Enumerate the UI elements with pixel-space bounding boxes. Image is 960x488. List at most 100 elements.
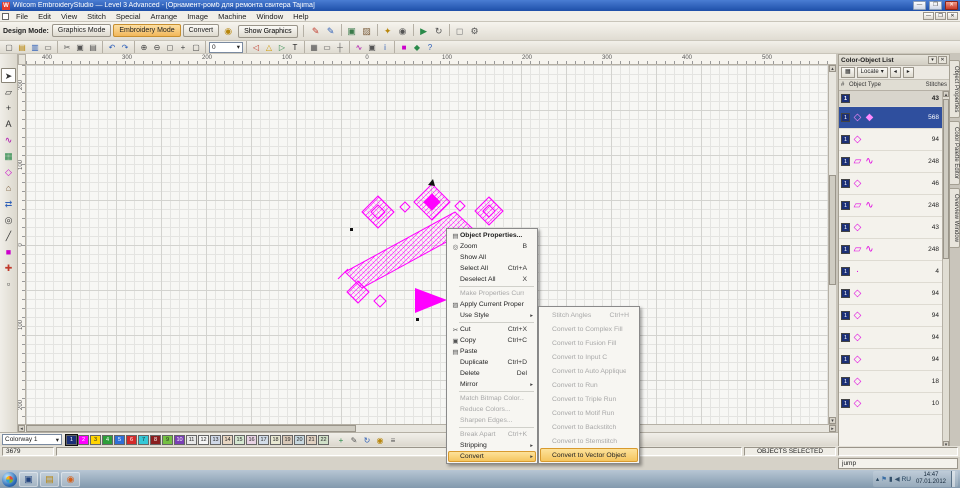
triangle-left-icon[interactable]: ◁ [250, 41, 262, 53]
run-stitch-tool-icon[interactable]: ∿ [1, 132, 16, 147]
vertical-scroll-thumb[interactable] [829, 175, 836, 285]
minimize-button[interactable]: — [913, 1, 926, 10]
context-menu-item[interactable]: Match Bitmap Color... [448, 393, 536, 404]
palette-color-14[interactable]: 14 [222, 435, 233, 445]
embroidery-mode-button[interactable]: Embroidery Mode [113, 24, 180, 37]
cycle-colors-button[interactable]: ↻ [361, 434, 373, 446]
palette-color-5[interactable]: 5 [114, 435, 125, 445]
context-menu-item[interactable]: ▤Paste [448, 346, 536, 357]
object-list-row[interactable]: 1▱∿248 [839, 195, 942, 217]
grid-toggle-icon[interactable]: ▦ [308, 41, 320, 53]
palette-color-8[interactable]: 8 [150, 435, 161, 445]
scroll-right-button[interactable]: ▸ [829, 425, 836, 432]
paste-icon[interactable]: ▤ [87, 41, 99, 53]
bitmap-icon[interactable]: ▨ [360, 24, 374, 38]
volume-icon[interactable]: ◀ [895, 472, 900, 487]
panel-menu-button[interactable]: ▾ [928, 56, 937, 64]
palette-color-20[interactable]: 20 [294, 435, 305, 445]
design-info-icon[interactable]: i [379, 41, 391, 53]
zoom-out-icon[interactable]: ⊖ [151, 41, 163, 53]
context-menu-item[interactable]: Convert to Vector Object [540, 448, 638, 462]
panel-scroll-up-button[interactable]: ▴ [943, 91, 949, 97]
panel-close-button[interactable]: ✕ [938, 56, 947, 64]
stitch-view-icon[interactable]: ∿ [353, 41, 365, 53]
select-tool-icon[interactable]: ➤ [1, 68, 16, 83]
taskbar-firefox-icon[interactable]: ◉ [61, 472, 80, 487]
menubar-item-machine[interactable]: Machine [213, 12, 251, 21]
object-list-row[interactable]: 1◇43 [839, 217, 942, 239]
open-design-icon[interactable]: ▤ [16, 41, 28, 53]
color-film-icon[interactable]: ■ [398, 41, 410, 53]
show-desktop-button[interactable] [951, 471, 955, 487]
save-design-icon[interactable]: ▥ [29, 41, 41, 53]
start-button[interactable] [2, 472, 17, 487]
palette-color-21[interactable]: 21 [306, 435, 317, 445]
mdi-restore-button[interactable]: ❐ [935, 12, 946, 20]
help-icon[interactable]: ? [424, 41, 436, 53]
palette-color-2[interactable]: 2 [78, 435, 89, 445]
context-menu-item[interactable]: Make Properties Current [448, 288, 536, 299]
context-menu-item[interactable]: ◎ZoomB [448, 241, 536, 252]
menubar-item-help[interactable]: Help [288, 12, 313, 21]
context-menu-item[interactable]: Use Style▸ [448, 310, 536, 321]
context-menu-item[interactable]: DuplicateCtrl+D [448, 357, 536, 368]
panel-scrollbar[interactable]: ▴ ▾ [942, 91, 949, 447]
context-menu-item[interactable]: Convert to Motif Run [540, 406, 638, 420]
hidden-icons-arrow-icon[interactable]: ▴ [876, 472, 879, 487]
object-list-row[interactable]: 1◇94 [839, 349, 942, 371]
context-menu-item[interactable]: ▤Object Properties... [448, 230, 536, 241]
copy-icon[interactable]: ▣ [74, 41, 86, 53]
scroll-down-button[interactable]: ▾ [829, 417, 836, 424]
palette-color-16[interactable]: 16 [246, 435, 257, 445]
locate-button[interactable]: Locate ▾ [857, 67, 888, 78]
undo-icon[interactable]: ↶ [106, 41, 118, 53]
network-icon[interactable]: ▮ [889, 472, 893, 487]
object-list-row[interactable]: 1◇94 [839, 327, 942, 349]
action-center-icon[interactable]: ⚑ [881, 472, 887, 487]
menubar-item-edit[interactable]: Edit [33, 12, 56, 21]
cut-icon[interactable]: ✂ [61, 41, 73, 53]
mirror-tool-icon[interactable]: ⇄ [1, 196, 16, 211]
side-tab-color-palette-editor[interactable]: Color Palette Editor [950, 121, 960, 185]
palette-color-10[interactable]: 10 [174, 435, 185, 445]
lettering-icon[interactable]: T [289, 41, 301, 53]
scroll-up-button[interactable]: ▴ [829, 65, 836, 72]
show-all-icon[interactable]: ▢ [190, 41, 202, 53]
palette-color-4[interactable]: 4 [102, 435, 113, 445]
object-list-row[interactable]: 1·4 [839, 261, 942, 283]
triangle-right-icon[interactable]: ▷ [276, 41, 288, 53]
object-list-group-row[interactable]: 143 [839, 91, 942, 107]
vertical-scrollbar[interactable]: ▴ ▾ [828, 65, 836, 424]
context-menu-item[interactable]: Convert to Backstitch [540, 420, 638, 434]
redo-icon[interactable]: ↷ [119, 41, 131, 53]
context-menu-item[interactable]: Convert to Auto Applique [540, 364, 638, 378]
palette-color-3[interactable]: 3 [90, 435, 101, 445]
triangle-up-icon[interactable]: △ [263, 41, 275, 53]
palette-color-15[interactable]: 15 [234, 435, 245, 445]
object-list-row[interactable]: 1◇◆568 [839, 107, 942, 129]
polygon-select-tool-icon[interactable]: ▱ [1, 84, 16, 99]
pencil-blue-icon[interactable]: ✎ [324, 24, 338, 38]
machine-view-icon[interactable]: ▣ [366, 41, 378, 53]
measure-tool-icon[interactable]: ╱ [1, 228, 16, 243]
pencil-red-icon[interactable]: ✎ [309, 24, 323, 38]
add-color-button[interactable]: + [335, 434, 347, 446]
new-design-icon[interactable]: ▢ [3, 41, 15, 53]
context-menu-item[interactable]: Sharpen Edges... [448, 415, 536, 426]
object-list-row[interactable]: 1◇94 [839, 129, 942, 151]
context-menu-item[interactable]: Show All [448, 252, 536, 263]
color-tool-icon[interactable]: ■ [1, 244, 16, 259]
stitch-edit-tool-icon[interactable]: ✚ [1, 260, 16, 275]
thread-colors-icon[interactable]: ◆ [411, 41, 423, 53]
side-tab-overview-window[interactable]: Overview Window [950, 188, 960, 248]
maximize-button[interactable]: ❐ [929, 1, 942, 10]
reshape-tool-icon[interactable]: + [1, 100, 16, 115]
horizontal-scroll-thumb[interactable] [26, 425, 356, 432]
object-list-row[interactable]: 1◇10 [839, 393, 942, 415]
context-menu-item[interactable]: Break ApartCtrl+K [448, 429, 536, 440]
graphics-mode-button[interactable]: Graphics Mode [52, 24, 111, 37]
mdi-minimize-button[interactable]: — [923, 12, 934, 20]
pan-icon[interactable]: + [177, 41, 189, 53]
palette-color-6[interactable]: 6 [126, 435, 137, 445]
color-wheel-icon[interactable]: ◉ [374, 434, 386, 446]
